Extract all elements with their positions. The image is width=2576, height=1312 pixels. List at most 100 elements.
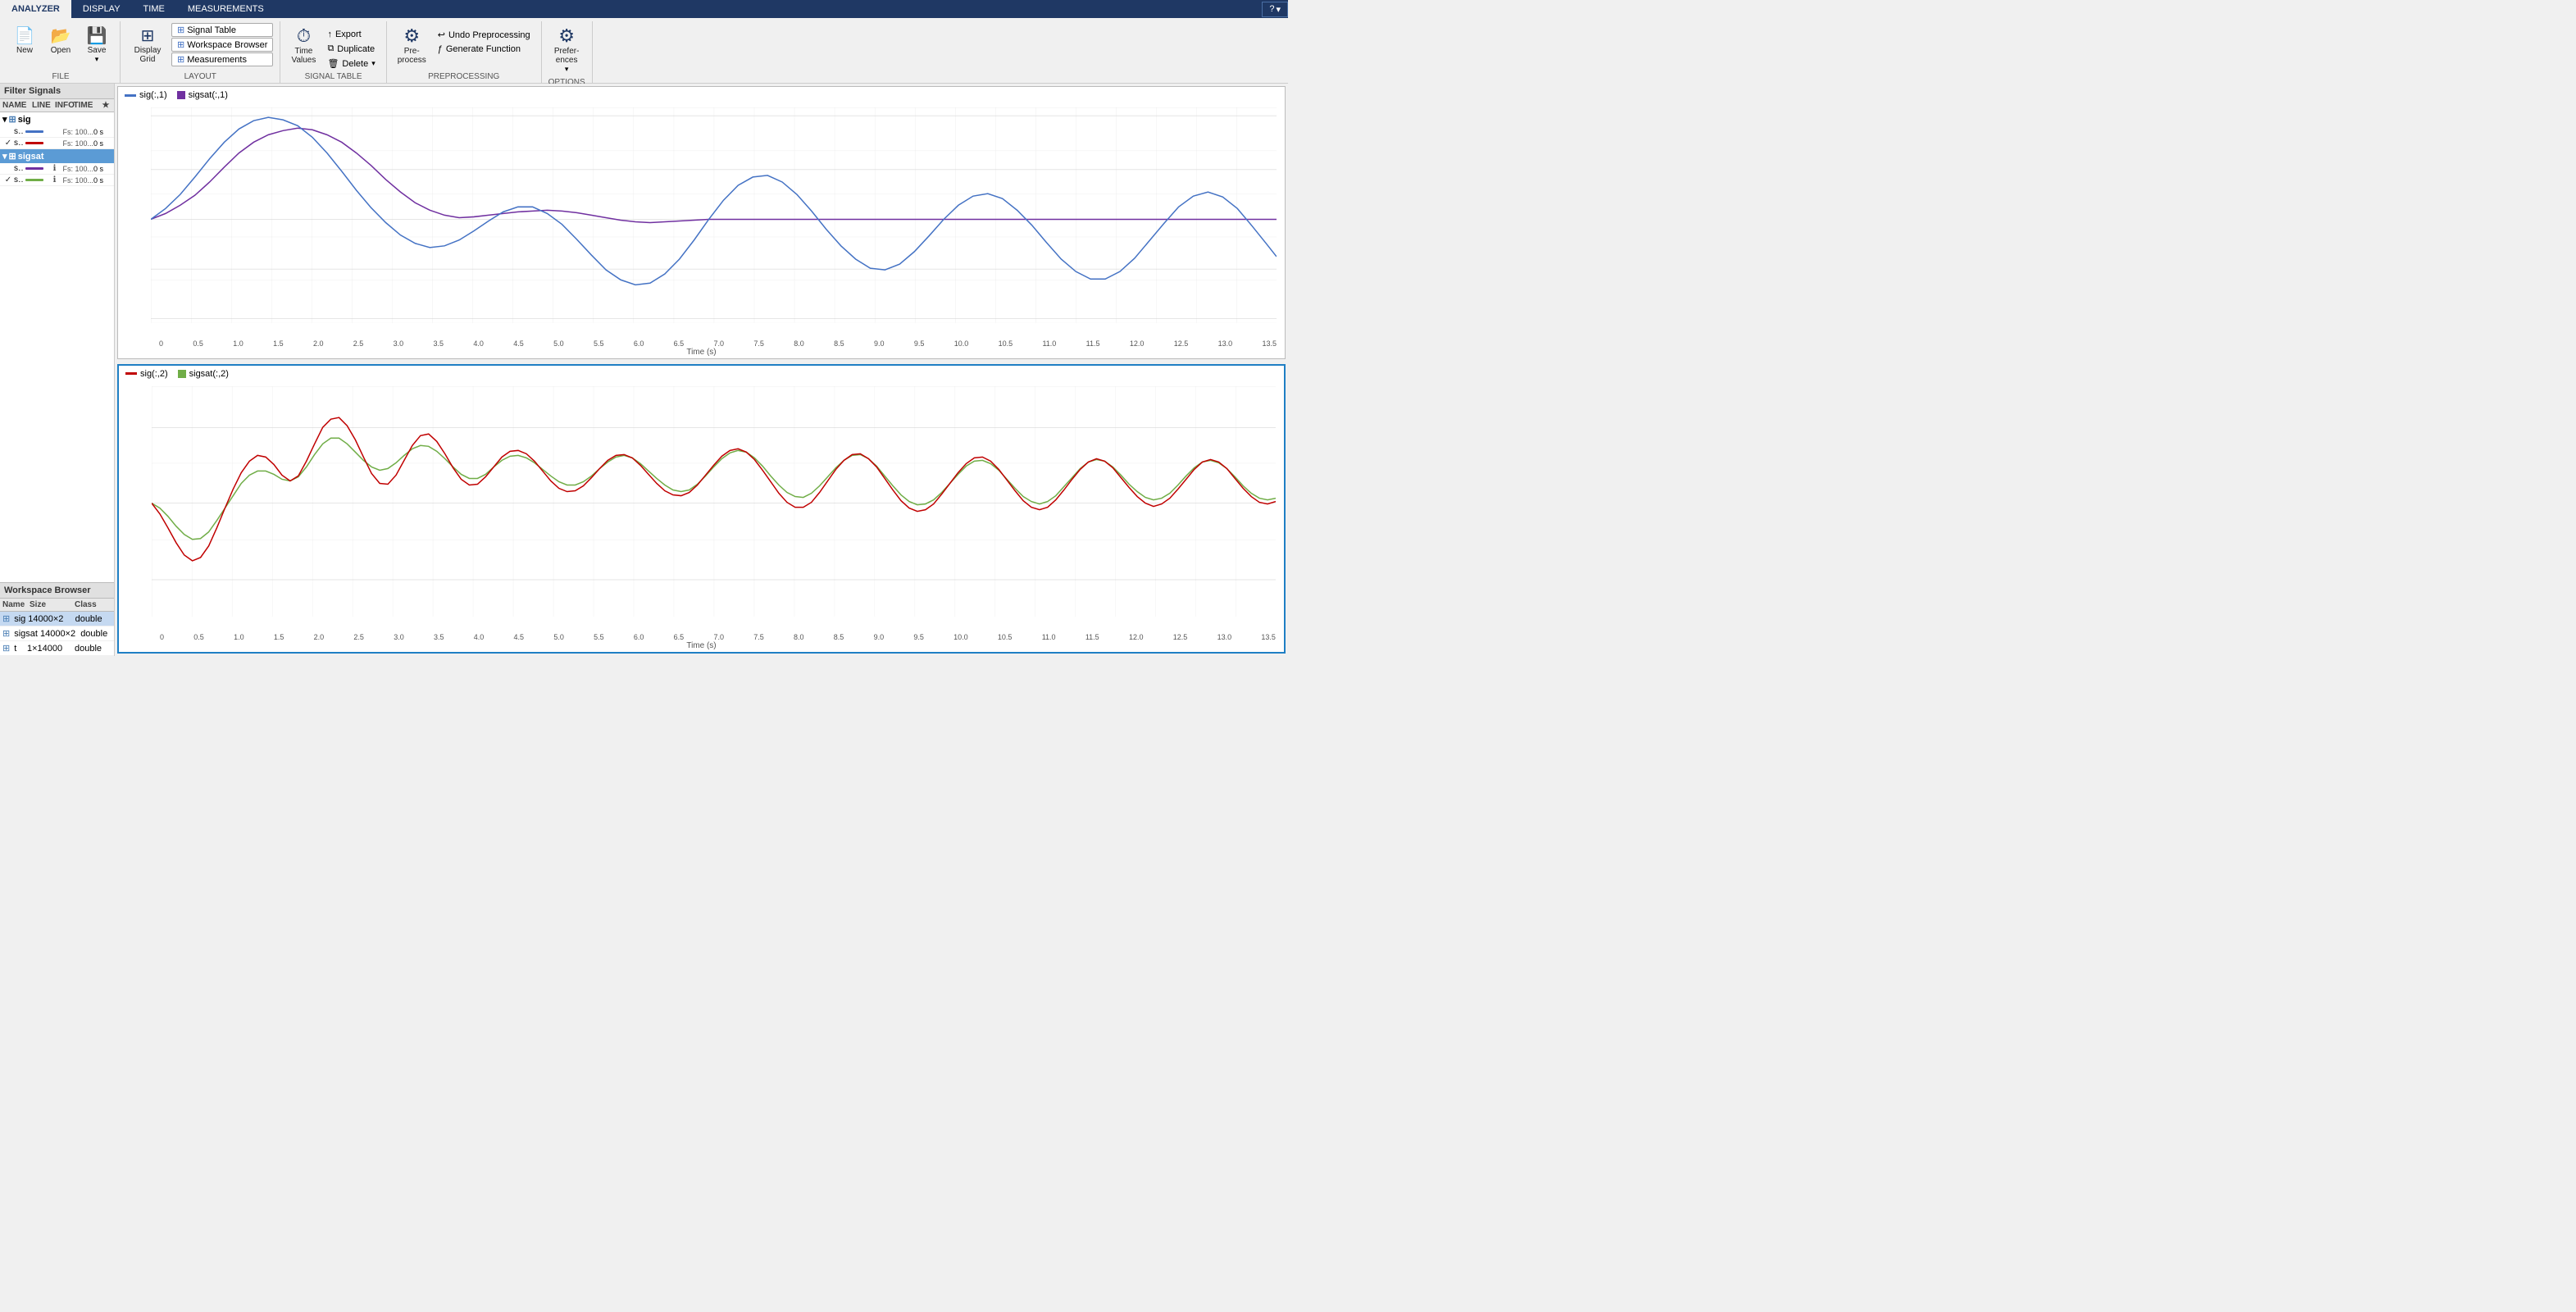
chart1-svg-wrapper[interactable]: 1.0 0.5 0 -0.5 -1.0 [118, 103, 1285, 339]
x2-tick-4: 4.0 [474, 633, 485, 641]
chart1-x-axis: 0 0.5 1.0 1.5 2.0 2.5 3.0 3.5 4.0 4.5 5.… [118, 339, 1285, 348]
ws-sig-size: 14000×2 [28, 614, 72, 624]
x-tick-11: 11.0 [1042, 339, 1056, 348]
open-button[interactable]: 📂 Open [44, 23, 77, 57]
chart1-sig-label: sig(:,1) [139, 90, 167, 100]
measurements-button[interactable]: ⊞ Measurements [171, 52, 273, 66]
sig1-row[interactable]: sig(:,1) Fs: 100... 0 s [0, 126, 114, 138]
x2-tick-5: 5.0 [553, 633, 564, 641]
x-tick-6: 6.0 [634, 339, 644, 348]
help-button[interactable]: ? ▾ [1262, 2, 1288, 17]
ribbon-group-file: 📄 New 📂 Open 💾 Save ▾ FILE [2, 21, 121, 83]
signal-table: NAME LINE INFO TIME ★ ▾ ⊞ sig sig(:,1) F… [0, 99, 114, 582]
ws-sig-class: double [75, 614, 112, 624]
chart2-sigsat-color [178, 370, 186, 378]
chart1-sigsat-label: sigsat(:,1) [189, 90, 228, 100]
sig2-color [23, 142, 46, 144]
x-tick-8: 8.0 [794, 339, 804, 348]
preferences-button[interactable]: ⚙ Prefer-ences ▾ [550, 23, 584, 76]
sig-group-row[interactable]: ▾ ⊞ sig [0, 112, 114, 126]
sig1-time: 0 s [93, 128, 112, 136]
sig2-row[interactable]: ✓ sig(:,2) Fs: 100... 0 s [0, 138, 114, 149]
generate-function-button[interactable]: ƒ Generate Function [434, 43, 535, 56]
preprocess-icon: ⚙ [403, 25, 420, 47]
sig2-time: 0 s [93, 139, 112, 148]
sigsat1-fs: Fs: 100... [62, 165, 93, 173]
tab-measurements[interactable]: MEASUREMENTS [176, 0, 275, 18]
sig2-checkbox[interactable]: ✓ [2, 139, 14, 148]
x-tick-95: 9.5 [914, 339, 925, 348]
sigsat2-checkbox[interactable]: ✓ [2, 175, 14, 184]
export-button[interactable]: ↑ Export [323, 28, 379, 41]
workspace-browser-icon: ⊞ [177, 39, 184, 50]
duplicate-icon: ⧉ [327, 43, 334, 54]
x-tick-55: 5.5 [594, 339, 604, 348]
x2-tick-135: 13.5 [1261, 633, 1276, 641]
signal-table-icon: ⊞ [177, 25, 184, 35]
x-tick-85: 8.5 [834, 339, 844, 348]
display-grid-button[interactable]: ⊞ DisplayGrid [127, 23, 168, 66]
save-label: Save [88, 46, 107, 55]
sigsat2-info[interactable]: ℹ [46, 175, 62, 184]
tab-time[interactable]: TIME [132, 0, 176, 18]
ws-col-headers: Name Size Class [0, 599, 114, 612]
ribbon-group-options: ⚙ Prefer-ences ▾ OPTIONS [542, 21, 593, 83]
signal-table-label: Signal Table [187, 25, 236, 35]
sigsat2-row[interactable]: ✓ sigsat(:,2) ℹ Fs: 100... 0 s [0, 175, 114, 186]
layout-group-label: LAYOUT [184, 71, 216, 81]
undo-preprocessing-label: Undo Preprocessing [448, 30, 530, 40]
ws-t-row[interactable]: ⊞ t 1×14000 double [0, 641, 114, 656]
chart1-legend-sigsat: sigsat(:,1) [177, 90, 228, 100]
ws-sig-row[interactable]: ⊞ sig 14000×2 double [0, 612, 114, 626]
tab-display[interactable]: DISPLAY [71, 0, 132, 18]
duplicate-button[interactable]: ⧉ Duplicate [323, 42, 379, 56]
sigsat-group-row[interactable]: ▾ ⊞ sigsat [0, 149, 114, 163]
col-line-header: LINE [30, 99, 52, 112]
new-button[interactable]: 📄 New [8, 23, 41, 57]
x-tick-9: 9.0 [874, 339, 885, 348]
chart2-container[interactable]: sig(:,2) sigsat(:,2) 0 [117, 364, 1286, 654]
ws-sigsat-class: double [80, 629, 112, 639]
x2-tick-65: 6.5 [674, 633, 685, 641]
x-tick-105: 10.5 [999, 339, 1013, 348]
sig2-fs: Fs: 100... [62, 139, 93, 148]
sigsat1-info[interactable]: ℹ [46, 164, 62, 173]
sig2-name: sig(:,2) [14, 139, 23, 148]
preprocess-button[interactable]: ⚙ Pre-process [394, 23, 430, 67]
chart2-sigsat-label: sigsat(:,2) [189, 369, 229, 379]
signal-table-button[interactable]: ⊞ Signal Table [171, 23, 273, 37]
sigsat-group-label: sigsat [18, 152, 44, 162]
ws-sigsat-row[interactable]: ⊞ sigsat 14000×2 double [0, 626, 114, 641]
col-time-header: TIME [69, 99, 98, 112]
save-icon: 💾 [87, 25, 107, 46]
tab-analyzer[interactable]: ANALYZER [0, 0, 71, 18]
delete-button[interactable]: 🗑 Delete ▾ [323, 57, 379, 71]
x2-tick-11: 11.0 [1042, 633, 1056, 641]
sigsat1-row[interactable]: sigsat(:,1) ℹ Fs: 100... 0 s [0, 163, 114, 175]
preprocessing-group-label: PREPROCESSING [428, 71, 499, 81]
ribbon-group-preprocessing: ⚙ Pre-process ↩ Undo Preprocessing ƒ Gen… [387, 21, 542, 83]
undo-preprocessing-button[interactable]: ↩ Undo Preprocessing [434, 28, 535, 42]
sigsat-group-expand-icon: ▾ [2, 151, 7, 162]
x-tick-10: 10.0 [954, 339, 969, 348]
ws-sig-icon: ⊞ [2, 613, 10, 624]
ws-t-size: 1×14000 [27, 644, 72, 654]
time-values-button[interactable]: ⏱ TimeValues [287, 23, 320, 67]
x2-tick-10: 10.0 [953, 633, 968, 641]
x2-tick-45: 4.5 [514, 633, 525, 641]
generate-function-label: Generate Function [446, 44, 521, 54]
undo-icon: ↩ [438, 30, 445, 40]
x-tick-5: 5.0 [553, 339, 564, 348]
chart1-container[interactable]: sig(:,1) sigsat(:,1) [117, 86, 1286, 359]
save-dropdown: ▾ [95, 55, 99, 64]
save-button[interactable]: 💾 Save ▾ [80, 23, 113, 66]
chart2-svg: 0.5 0 -0.5 [152, 386, 1276, 617]
sig-group-icon: ⊞ [9, 114, 16, 125]
workspace-browser-button[interactable]: ⊞ Workspace Browser [171, 38, 273, 52]
left-panel: Filter Signals NAME LINE INFO TIME ★ ▾ ⊞… [0, 84, 115, 656]
chart2-svg-wrapper[interactable]: 0.5 0 -0.5 [119, 382, 1284, 633]
chart1-sigsat-color [177, 91, 185, 99]
chart2-sig-label: sig(:,2) [140, 369, 168, 379]
preprocessing-actions: ↩ Undo Preprocessing ƒ Generate Function [434, 28, 535, 56]
workspace-browser-header: Workspace Browser [0, 582, 114, 599]
